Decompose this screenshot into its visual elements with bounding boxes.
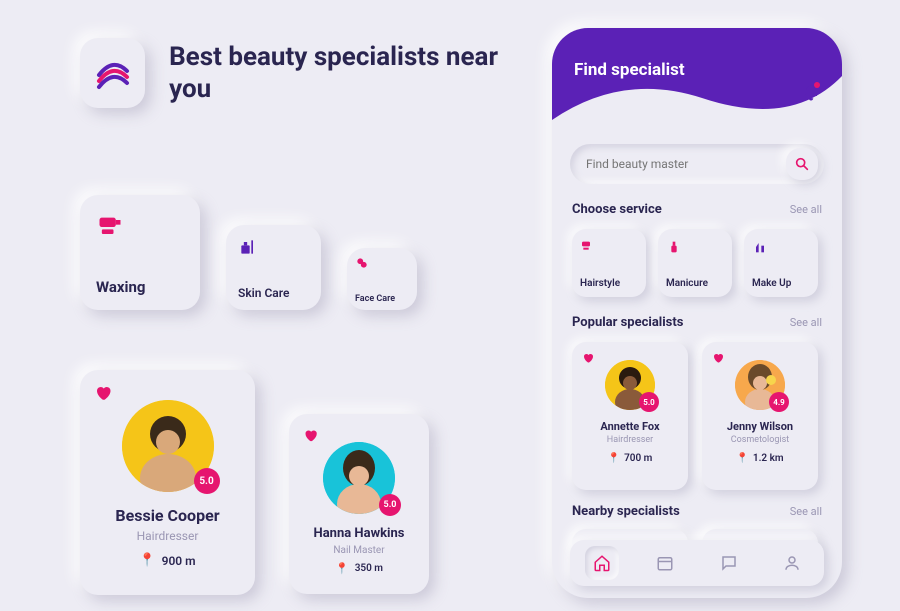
service-card-waxing[interactable]: Waxing [80,195,200,310]
calendar-icon [656,554,674,572]
header-title: Find specialist [574,60,685,80]
phone-header: Find specialist [552,28,842,138]
section-title: Popular specialists [572,315,683,330]
specialist-distance: 📍350 m [335,562,383,575]
bottom-nav [570,540,824,586]
nav-chat[interactable] [712,546,746,580]
hairdryer-icon [96,213,124,241]
specialist-card[interactable]: 5.0 Bessie Cooper Hairdresser 📍900 m [80,370,255,595]
specialist-name: Annette Fox [600,420,659,433]
service-tile-manicure[interactable]: Manicure [658,229,732,297]
see-all-link[interactable]: See all [790,316,822,329]
rating-badge: 4.9 [769,392,789,412]
chat-icon [720,554,738,572]
specialist-name: Jenny Wilson [727,420,793,433]
home-icon [593,554,611,572]
heart-icon[interactable] [94,384,112,402]
rating-badge: 5.0 [194,468,220,494]
header-wave [552,28,842,138]
hairdryer-icon [580,239,596,255]
service-card-facecare[interactable]: Face Care [347,248,417,310]
rating-badge: 5.0 [379,494,401,516]
service-label: Manicure [666,278,708,289]
pin-icon: 📍 [335,562,349,575]
search-button[interactable] [786,148,818,180]
wave-logo-icon [93,53,133,93]
specialist-role: Hairdresser [137,529,199,543]
section-title: Nearby specialists [572,504,680,519]
rating-badge: 5.0 [639,392,659,412]
search-icon [794,156,810,172]
specialist-card[interactable]: 5.0 Hanna Hawkins Nail Master 📍350 m [289,414,429,594]
service-label: Hairstyle [580,278,620,289]
nav-calendar[interactable] [648,546,682,580]
phone-mockup: Find specialist Choose service See all H… [552,28,842,598]
heart-icon[interactable] [712,352,724,364]
lipstick-icon [752,239,768,255]
page-headline: Best beauty specialists near you [169,41,520,106]
nav-profile[interactable] [775,546,809,580]
specialist-distance: 📍900 m [139,553,195,568]
see-all-link[interactable]: See all [790,505,822,518]
see-all-link[interactable]: See all [790,203,822,216]
specialist-distance: 📍700 m [608,453,653,464]
service-label: Skin Care [238,286,309,300]
search-bar[interactable] [570,144,824,184]
specialist-tile[interactable]: 5.0 Annette Fox Hairdresser 📍700 m [572,342,688,490]
nav-home[interactable] [585,546,619,580]
nailpolish-icon [666,239,682,255]
search-input[interactable] [586,157,766,171]
app-logo [80,38,145,108]
pin-icon: 📍 [139,553,155,568]
service-tile-makeup[interactable]: Make Up [744,229,818,297]
facecare-icon [355,256,369,270]
pin-icon: 📍 [608,453,620,464]
specialist-role: Nail Master [333,545,384,556]
service-tile-hairstyle[interactable]: Hairstyle [572,229,646,297]
user-icon [783,554,801,572]
specialist-role: Hairdresser [607,435,653,445]
specialist-tile[interactable]: 4.9 Jenny Wilson Cosmetologist 📍1.2 km [702,342,818,490]
service-label: Face Care [355,294,409,304]
section-title: Choose service [572,202,662,217]
service-label: Waxing [96,278,184,296]
heart-icon[interactable] [303,428,318,443]
specialist-distance: 📍1.2 km [736,453,783,464]
service-label: Make Up [752,278,791,289]
specialist-role: Cosmetologist [731,435,789,445]
notification-dot [814,82,820,88]
specialist-name: Hanna Hawkins [314,526,405,541]
pin-icon: 📍 [736,453,748,464]
heart-icon[interactable] [582,352,594,364]
service-card-skincare[interactable]: Skin Care [226,225,321,310]
skincare-icon [238,237,258,257]
specialist-name: Bessie Cooper [115,506,219,525]
